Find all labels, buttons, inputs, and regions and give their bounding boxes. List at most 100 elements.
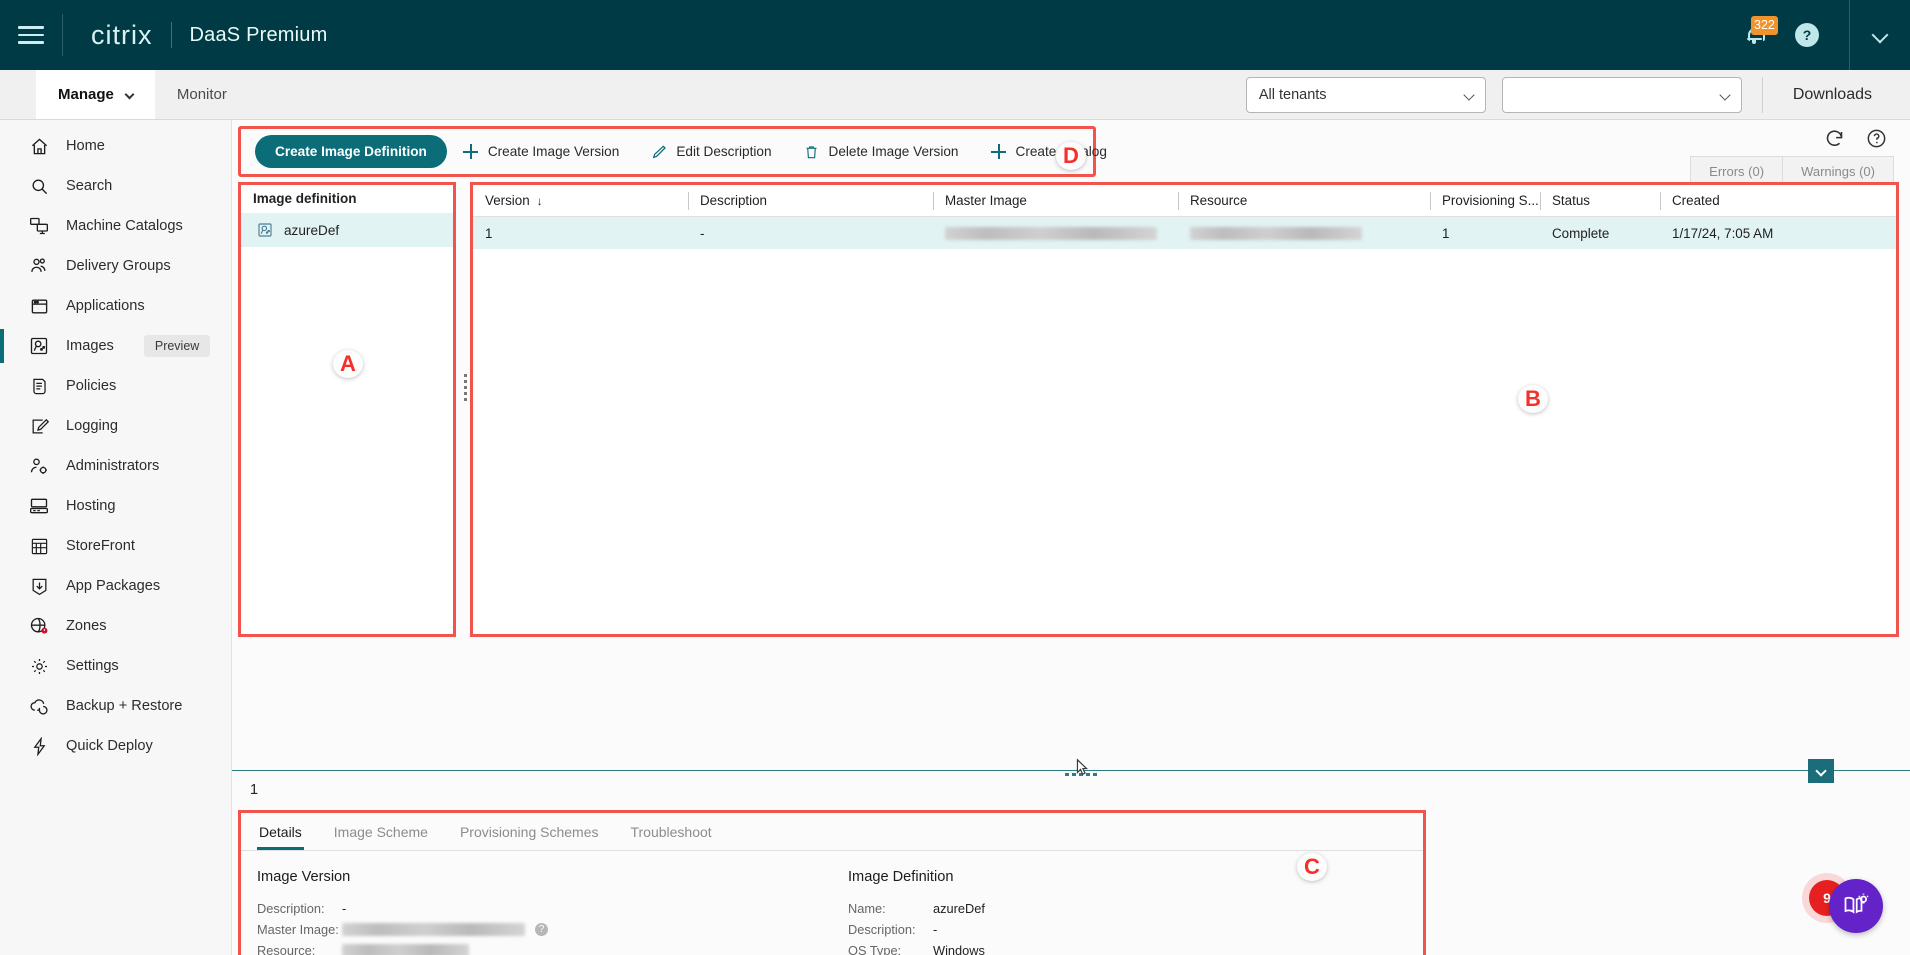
sidebar-item-label: Applications bbox=[66, 298, 145, 314]
logging-icon bbox=[28, 415, 50, 437]
sidebar: Home Search Machine Catalogs Delivery Gr… bbox=[0, 120, 232, 955]
sidebar-item-applications[interactable]: Applications bbox=[0, 286, 231, 326]
sidebar-item-images[interactable]: Images Preview bbox=[0, 326, 231, 366]
column-header-version[interactable]: Version ↓ bbox=[473, 185, 688, 217]
delete-image-version-button[interactable]: Delete Image Version bbox=[788, 144, 975, 160]
image-version-title: Image Version bbox=[257, 869, 832, 885]
secondary-select[interactable] bbox=[1502, 77, 1742, 113]
chevron-down-icon bbox=[1719, 89, 1730, 100]
tab-details[interactable]: Details bbox=[257, 824, 304, 850]
toolbar-icons bbox=[1824, 124, 1894, 156]
image-definition-title: Image Definition bbox=[848, 869, 1423, 885]
sidebar-item-app-packages[interactable]: App Packages bbox=[0, 566, 231, 606]
field-value: - bbox=[342, 901, 346, 916]
cell-master-image bbox=[933, 227, 1178, 240]
account-chevron-down-icon[interactable] bbox=[1850, 0, 1910, 70]
sidebar-item-hosting[interactable]: Hosting bbox=[0, 486, 231, 526]
brand-area: citrix DaaS Premium bbox=[63, 20, 328, 51]
storefront-icon bbox=[28, 535, 50, 557]
search-icon bbox=[28, 175, 50, 197]
selected-rows-count: 1 bbox=[238, 782, 258, 798]
sidebar-item-machine-catalogs[interactable]: Machine Catalogs bbox=[0, 206, 231, 246]
column-label: Created bbox=[1672, 193, 1720, 208]
field-row: Resource: bbox=[257, 940, 832, 955]
sidebar-item-policies[interactable]: Policies bbox=[0, 366, 231, 406]
column-header-resource[interactable]: Resource bbox=[1178, 185, 1430, 217]
column-header-description[interactable]: Description bbox=[688, 185, 933, 217]
tenant-select[interactable]: All tenants bbox=[1246, 77, 1486, 113]
tenant-select-value: All tenants bbox=[1259, 87, 1327, 103]
tab-provisioning-schemes[interactable]: Provisioning Schemes bbox=[458, 824, 601, 850]
vertical-splitter-handle[interactable] bbox=[460, 367, 470, 407]
sidebar-item-logging[interactable]: Logging bbox=[0, 406, 231, 446]
sidebar-item-backup-restore[interactable]: Backup + Restore bbox=[0, 686, 231, 726]
toolbar-right-controls: Errors (0) Warnings (0) bbox=[1690, 124, 1894, 186]
refresh-icon[interactable] bbox=[1824, 128, 1846, 150]
field-key: Master Image: bbox=[257, 922, 342, 937]
field-value: azureDef bbox=[933, 901, 985, 916]
sidebar-item-storefront[interactable]: StoreFront bbox=[0, 526, 231, 566]
sidebar-item-label: Search bbox=[66, 178, 112, 194]
brand-divider bbox=[171, 22, 172, 48]
create-image-definition-button[interactable]: Create Image Definition bbox=[255, 135, 447, 168]
sidebar-item-administrators[interactable]: Administrators bbox=[0, 446, 231, 486]
sidebar-item-label: Zones bbox=[66, 618, 107, 634]
edit-description-button[interactable]: Edit Description bbox=[635, 144, 787, 160]
field-key: Description: bbox=[848, 922, 933, 937]
image-definition-icon bbox=[257, 222, 273, 238]
tab-manage[interactable]: Manage bbox=[36, 70, 155, 119]
annotation-marker-a: A bbox=[333, 350, 363, 378]
sidebar-item-zones[interactable]: Zones bbox=[0, 606, 231, 646]
field-key: Name: bbox=[848, 901, 933, 916]
column-label: Description bbox=[700, 193, 767, 208]
citrix-logo: citrix bbox=[91, 20, 153, 51]
collapse-panel-button[interactable] bbox=[1808, 759, 1834, 783]
help-circle-icon[interactable] bbox=[1866, 128, 1888, 150]
column-header-created[interactable]: Created bbox=[1660, 185, 1820, 217]
images-icon bbox=[28, 335, 50, 357]
image-definition-panel-header: Image definition bbox=[241, 185, 453, 213]
column-header-status[interactable]: Status bbox=[1540, 185, 1660, 217]
table-row[interactable]: 1 - 1 Complete 1/17/24, 7:05 AM bbox=[473, 217, 1896, 249]
field-value bbox=[342, 944, 469, 955]
column-header-provisioning-scheme[interactable]: Provisioning S... bbox=[1430, 185, 1540, 217]
hamburger-menu-icon[interactable] bbox=[0, 0, 62, 70]
sidebar-item-label: Machine Catalogs bbox=[66, 218, 183, 234]
sidebar-item-search[interactable]: Search bbox=[0, 166, 231, 206]
help-circle-icon[interactable]: ? bbox=[1795, 23, 1819, 47]
main-content: Create Image Definition Create Image Ver… bbox=[232, 120, 1910, 955]
cell-description: - bbox=[688, 226, 933, 241]
backup-restore-icon bbox=[28, 695, 50, 717]
home-icon bbox=[28, 135, 50, 157]
field-value: - bbox=[933, 922, 937, 937]
notifications-button[interactable]: 322 bbox=[1737, 18, 1771, 52]
redacted-value bbox=[342, 944, 469, 955]
policies-icon bbox=[28, 375, 50, 397]
image-definition-item-label: azureDef bbox=[284, 223, 339, 238]
hosting-icon bbox=[28, 495, 50, 517]
downloads-link[interactable]: Downloads bbox=[1783, 86, 1882, 104]
create-catalog-button[interactable]: Create Catalog bbox=[975, 144, 1123, 160]
redacted-value bbox=[342, 923, 525, 936]
sidebar-item-label: Administrators bbox=[66, 458, 159, 474]
column-label: Master Image bbox=[945, 193, 1027, 208]
field-value: ? bbox=[342, 923, 548, 936]
create-image-version-button[interactable]: Create Image Version bbox=[447, 144, 635, 160]
sidebar-item-delivery-groups[interactable]: Delivery Groups bbox=[0, 246, 231, 286]
column-header-master-image[interactable]: Master Image bbox=[933, 185, 1178, 217]
tab-image-scheme[interactable]: Image Scheme bbox=[332, 824, 430, 850]
sidebar-item-quick-deploy[interactable]: Quick Deploy bbox=[0, 726, 231, 766]
administrators-icon bbox=[28, 455, 50, 477]
info-icon[interactable]: ? bbox=[535, 923, 548, 936]
chevron-down-icon bbox=[1463, 89, 1474, 100]
field-key: Resource: bbox=[257, 943, 342, 955]
tab-troubleshoot[interactable]: Troubleshoot bbox=[628, 824, 713, 850]
field-value: Windows bbox=[933, 943, 985, 955]
edit-description-label: Edit Description bbox=[676, 144, 771, 159]
sidebar-item-home[interactable]: Home bbox=[0, 126, 231, 166]
sidebar-item-settings[interactable]: Settings bbox=[0, 646, 231, 686]
tab-monitor[interactable]: Monitor bbox=[155, 70, 249, 119]
cell-status: Complete bbox=[1540, 226, 1660, 241]
guide-book-icon[interactable] bbox=[1829, 879, 1883, 933]
image-definition-list-item[interactable]: azureDef bbox=[241, 213, 453, 247]
